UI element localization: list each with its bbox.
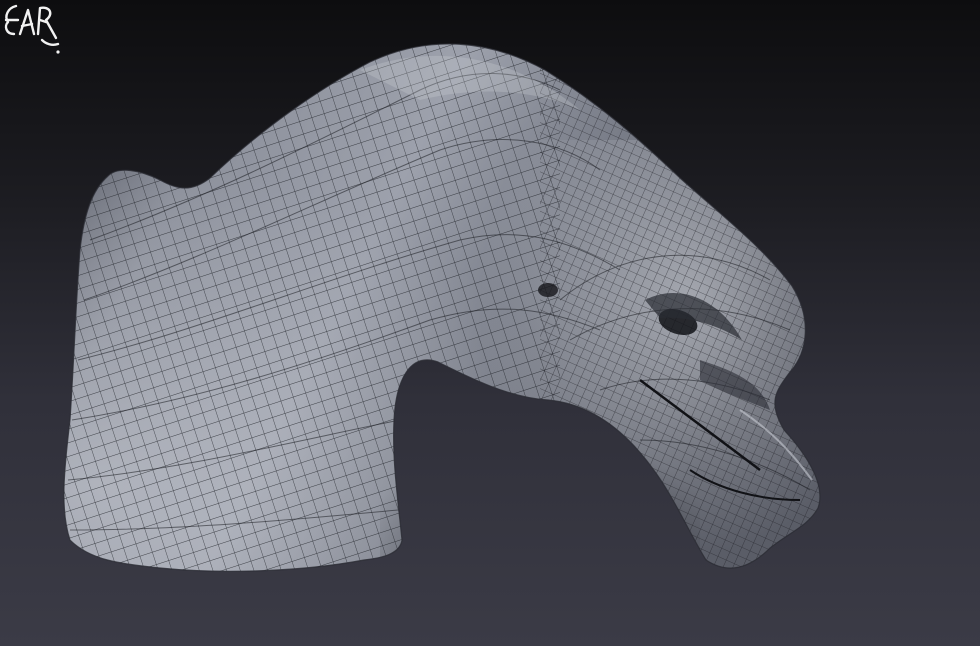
creature-sculpt (63, 43, 821, 572)
render-viewport (0, 0, 980, 646)
sculpt-render (63, 43, 821, 572)
artist-signature-icon (4, 4, 60, 54)
